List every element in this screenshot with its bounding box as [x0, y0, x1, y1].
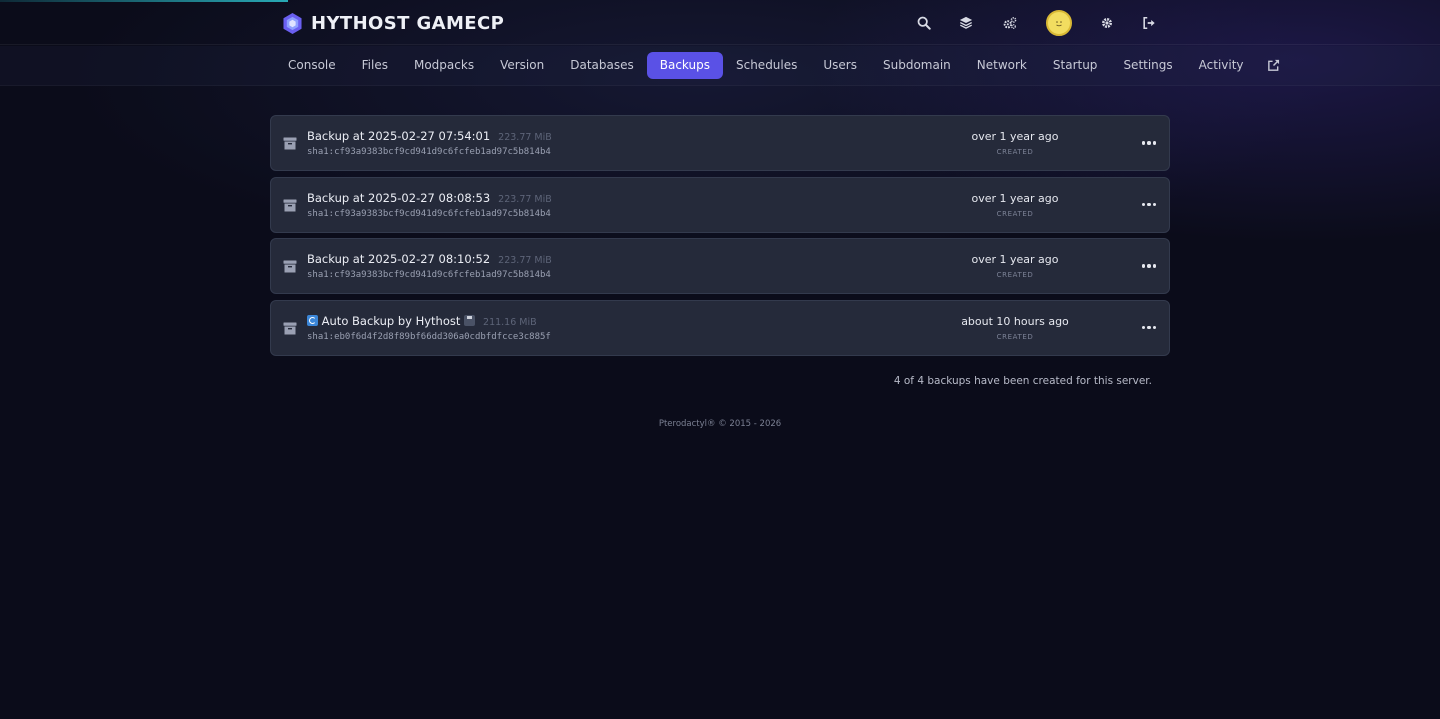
layers-icon[interactable] [952, 9, 980, 37]
backup-name: Backup at 2025-02-27 07:54:01 223.77 MiB [307, 129, 552, 143]
top-bar: HYTHOST GAMECP [0, 0, 1440, 45]
backup-size: 223.77 MiB [498, 132, 552, 143]
archive-icon [283, 322, 297, 335]
backup-created-label: CREATED [996, 209, 1034, 218]
tab-network[interactable]: Network [964, 52, 1040, 79]
backup-created-label: CREATED [996, 271, 1034, 279]
floppy-disk-emoji-icon [464, 314, 476, 326]
tab-startup[interactable]: Startup [1040, 52, 1111, 79]
backup-name-text: Auto Backup by Hythost [321, 313, 461, 328]
more-options-icon[interactable] [1141, 199, 1157, 211]
backup-created-time: over 1 year ago [971, 253, 1059, 266]
backup-name: Backup at 2025-02-27 08:08:53 223.77 MiB [307, 191, 552, 205]
backup-size: 223.77 MiB [498, 193, 552, 205]
footer-copyright: Pterodactyl® © 2015 - 2026 [658, 419, 782, 429]
tab-settings[interactable]: Settings [1110, 52, 1185, 79]
more-options-icon[interactable] [1141, 260, 1157, 272]
search-icon[interactable] [910, 9, 938, 37]
cogs-icon[interactable] [996, 9, 1024, 37]
backup-created-time: over 1 year ago [971, 191, 1059, 205]
tab-files[interactable]: Files [349, 52, 401, 79]
backup-created-label: CREATED [996, 148, 1034, 156]
backup-name-text: Backup at 2025-02-27 07:54:01 [307, 129, 491, 143]
backup-checksum: sha1:cf93a9383bcf9cd941d9c6fcfeb1ad97c5b… [307, 147, 551, 157]
backup-checksum: sha1:eb0f6d4f2d8f89bf66dd306a0cdbfdfcce3… [307, 331, 551, 342]
settings-icon[interactable] [1093, 9, 1121, 37]
backup-checksum: sha1:cf93a9383bcf9cd941d9c6fcfeb1ad97c5b… [307, 270, 551, 280]
archive-icon [283, 137, 297, 150]
tab-subdomain[interactable]: Subdomain [870, 52, 964, 79]
backup-row[interactable]: Auto Backup by Hythost 211.16 MiB sha1:e… [270, 299, 1170, 356]
backup-name-text: Backup at 2025-02-27 08:08:53 [307, 190, 491, 205]
brand-title: HYTHOST GAMECP [311, 12, 505, 34]
tab-modpacks[interactable]: Modpacks [401, 52, 487, 79]
more-options-icon[interactable] [1141, 322, 1157, 334]
backup-size: 223.77 MiB [498, 255, 552, 266]
backup-name: Backup at 2025-02-27 08:10:52 223.77 MiB [307, 252, 552, 266]
backup-list: Backup at 2025-02-27 07:54:01 223.77 MiB … [270, 115, 1170, 361]
backup-row[interactable]: Backup at 2025-02-27 08:10:52 223.77 MiB … [270, 238, 1170, 294]
archive-icon [283, 199, 297, 212]
tab-databases[interactable]: Databases [557, 52, 647, 79]
logout-icon[interactable] [1135, 9, 1163, 37]
tab-users[interactable]: Users [810, 52, 870, 79]
tab-version[interactable]: Version [487, 52, 557, 79]
backup-created-time: about 10 hours ago [961, 314, 1069, 328]
archive-icon [283, 260, 297, 273]
more-options-icon[interactable] [1141, 137, 1157, 149]
refresh-emoji-icon [307, 314, 318, 326]
backup-name: Auto Backup by Hythost 211.16 MiB [307, 314, 537, 328]
backup-size: 211.16 MiB [483, 316, 537, 328]
server-nav: Console Files Modpacks Version Databases… [0, 46, 1440, 86]
tab-backups[interactable]: Backups [646, 52, 723, 79]
backup-count-summary: 4 of 4 backups have been created for thi… [893, 375, 1152, 387]
avatar-face-icon [1056, 21, 1062, 27]
tab-console[interactable]: Console [275, 52, 349, 79]
backup-row[interactable]: Backup at 2025-02-27 07:54:01 223.77 MiB … [270, 115, 1170, 171]
backup-checksum: sha1:cf93a9383bcf9cd941d9c6fcfeb1ad97c5b… [307, 208, 551, 219]
brand[interactable]: HYTHOST GAMECP [283, 11, 504, 35]
hexagon-logo-icon [283, 12, 302, 34]
backup-row[interactable]: Backup at 2025-02-27 08:08:53 223.77 MiB … [270, 176, 1170, 233]
backup-created-time: over 1 year ago [971, 130, 1059, 143]
avatar[interactable] [1046, 10, 1072, 36]
tab-activity[interactable]: Activity [1186, 52, 1257, 79]
tab-schedules[interactable]: Schedules [723, 52, 810, 79]
external-link-icon[interactable] [1257, 52, 1290, 79]
top-icon-bar [905, 9, 1165, 37]
backup-created-label: CREATED [996, 332, 1034, 341]
backup-name-text: Backup at 2025-02-27 08:10:52 [307, 252, 491, 266]
nav-tabs: Console Files Modpacks Version Databases… [275, 52, 1290, 79]
